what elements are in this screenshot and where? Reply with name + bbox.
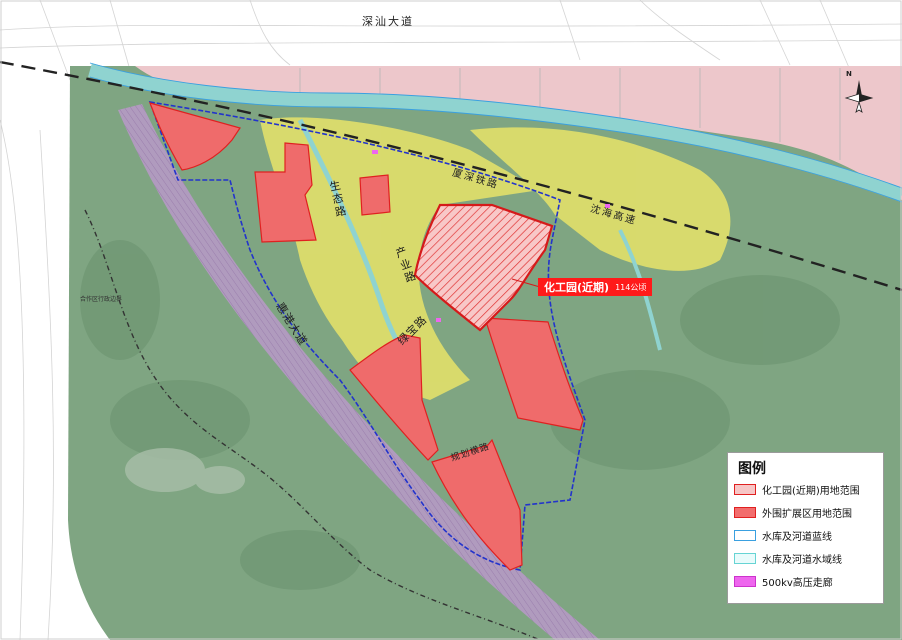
chemical-park-callout: 化工园(近期) 114公顷 — [538, 278, 653, 296]
legend-label: 外围扩展区用地范围 — [762, 508, 852, 520]
legend-label: 水库及河道水域线 — [762, 554, 842, 566]
label-shenshan-avenue: 深汕大道 — [362, 15, 414, 28]
compass-letter: N — [846, 70, 852, 78]
swatch-blue-line-icon — [734, 529, 756, 541]
callout-name: 化工园(近期) — [544, 281, 610, 294]
compass-icon — [844, 80, 874, 113]
legend-item-near-term: 化工园(近期)用地范围 — [734, 481, 860, 497]
legend-panel: 图例 化工园(近期)用地范围 外围扩展区用地范围 水库及河道蓝线 水库及河道水域… — [727, 452, 884, 604]
callout-area: 114公顷 — [615, 282, 647, 292]
label-cooperation-boundary: 合作区行政边界 — [80, 296, 123, 303]
swatch-expansion-icon — [734, 506, 756, 518]
map-stage: 深汕大道 厦深铁路 沈海高速 生态路 产业路 绿宝路 惠港大道 规划横路 合作区… — [0, 0, 902, 640]
legend-label: 水库及河道蓝线 — [762, 531, 832, 543]
legend-title: 图例 — [738, 461, 766, 477]
legend-item-water-line: 水库及河道水域线 — [734, 550, 842, 566]
legend-item-corridor: 500kv高压走廊 — [734, 573, 833, 589]
swatch-corridor-icon — [734, 575, 756, 587]
swatch-water-line-icon — [734, 552, 756, 564]
legend-item-expansion: 外围扩展区用地范围 — [734, 504, 852, 520]
legend-label: 500kv高压走廊 — [762, 577, 833, 589]
legend-item-blue-line: 水库及河道蓝线 — [734, 527, 832, 543]
swatch-near-term-icon — [734, 483, 756, 495]
legend-label: 化工园(近期)用地范围 — [762, 485, 860, 497]
north-arrow: N — [842, 70, 876, 116]
